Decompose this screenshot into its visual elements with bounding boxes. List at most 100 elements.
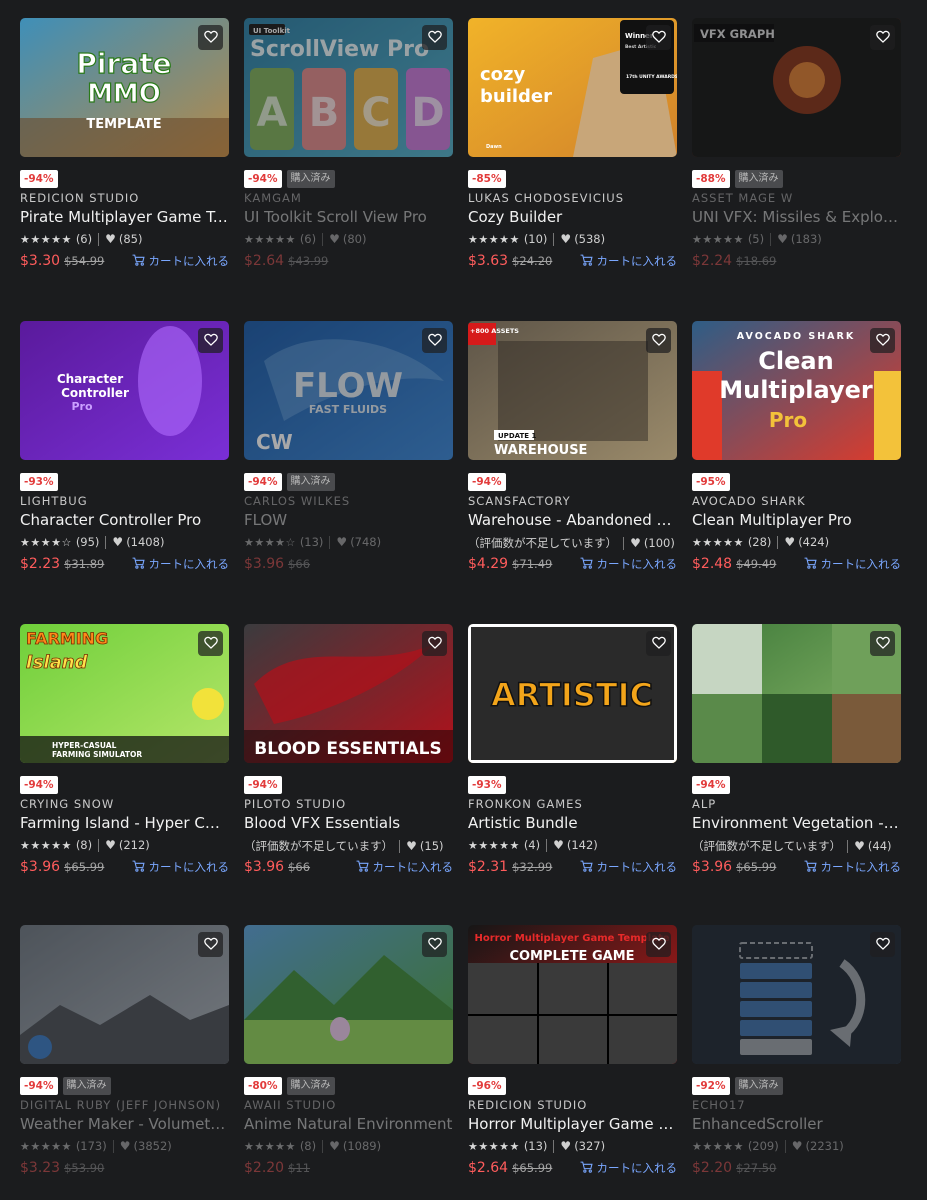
add-to-cart-button[interactable]: カートに入れる [132, 253, 229, 269]
product-card[interactable]: ARTISTIC -93% FRONKON GAMES Artistic Bundle… [468, 624, 677, 904]
product-card[interactable]: UI Toolkit ScrollView Pro A B C D -94% 購入済み KAMG… [244, 18, 453, 298]
publisher-name[interactable]: ASSET MAGE W [692, 191, 793, 205]
add-to-cart-label: カートに入れる [372, 860, 454, 874]
product-card[interactable]: Horror Multiplayer Game Template COMPLETE… [468, 925, 677, 1200]
product-title[interactable]: Artistic Bundle [468, 814, 677, 832]
publisher-name[interactable]: LIGHTBUG [20, 494, 88, 508]
favorite-button[interactable] [870, 932, 895, 957]
product-title[interactable]: UI Toolkit Scroll View Pro [244, 208, 453, 226]
review-count: (6) [75, 232, 93, 246]
add-to-cart-button[interactable]: カートに入れる [132, 859, 229, 875]
product-title[interactable]: Clean Multiplayer Pro [692, 511, 901, 529]
thumb-text: FLOW [293, 366, 403, 406]
cart-icon [132, 860, 145, 875]
original-price: $27.50 [736, 1161, 777, 1175]
favorite-button[interactable] [422, 25, 447, 50]
product-title[interactable]: Blood VFX Essentials [244, 814, 453, 832]
add-to-cart-button[interactable]: カートに入れる [804, 859, 901, 875]
product-card[interactable]: -92% 購入済み ECHO17 EnhancedScroller ★★★★★ (209)… [692, 925, 901, 1200]
product-title[interactable]: EnhancedScroller [692, 1115, 901, 1133]
favorite-button[interactable] [646, 25, 671, 50]
publisher-name[interactable]: ALP [692, 797, 716, 811]
add-to-cart-button[interactable]: カートに入れる [580, 1160, 677, 1176]
add-to-cart-button[interactable]: カートに入れる [804, 556, 901, 572]
product-card[interactable]: -80% 購入済み AWAII STUDIO Anime Natural Enviro… [244, 925, 453, 1200]
product-title[interactable]: Cozy Builder [468, 208, 677, 226]
favorite-button[interactable] [198, 932, 223, 957]
publisher-name[interactable]: SCANSFACTORY [468, 494, 571, 508]
favorite-button[interactable] [422, 932, 447, 957]
publisher-name[interactable]: AWAII STUDIO [244, 1098, 336, 1112]
product-card[interactable]: BLOOD ESSENTIALS -94% PILOTO STUDIO Blood V… [244, 624, 453, 904]
publisher-name[interactable]: CARLOS WILKES [244, 494, 350, 508]
sale-price: $3.96 [20, 859, 61, 875]
sale-price: $2.64 [468, 1160, 509, 1176]
product-card[interactable]: FARMING Island HYPER-CASUAL FARMING SIMULAT… [20, 624, 229, 904]
product-title[interactable]: Warehouse - Abandoned Factory [468, 511, 677, 529]
publisher-name[interactable]: AVOCADO SHARK [692, 494, 806, 508]
add-to-cart-button[interactable]: カートに入れる [580, 859, 677, 875]
product-card[interactable]: +800 ASSETS UPDATE 1 WAREHOUSE -94% SCANSFAC… [468, 321, 677, 601]
product-card[interactable]: AVOCADO SHARK Clean Multiplayer Pro -95% AVOC… [692, 321, 901, 601]
publisher-name[interactable]: KAMGAM [244, 191, 302, 205]
thumb-text: FARMING [26, 629, 108, 648]
publisher-name[interactable]: FRONKON GAMES [468, 797, 583, 811]
heart-icon [427, 935, 442, 954]
product-title[interactable]: Horror Multiplayer Game Template [468, 1115, 677, 1133]
product-card[interactable]: Winner Best Artistic 17th UNITY AWARDS cozy… [468, 18, 677, 298]
thumb-text: Multiplayer [719, 376, 873, 404]
publisher-name[interactable]: DIGITAL RUBY (JEFF JOHNSON) [20, 1098, 221, 1112]
favorite-button[interactable] [870, 25, 895, 50]
product-card[interactable]: FLOW FAST FLUIDS CW -94% 購入済み CARLOS WILKES FL… [244, 321, 453, 601]
favorite-button[interactable] [422, 631, 447, 656]
favorite-button[interactable] [422, 328, 447, 353]
favorite-button[interactable] [646, 328, 671, 353]
favorite-button[interactable] [870, 631, 895, 656]
favorite-button[interactable] [646, 631, 671, 656]
publisher-name[interactable]: ECHO17 [692, 1098, 746, 1112]
thumb-text: Pro [71, 400, 92, 413]
product-card[interactable]: -94% 購入済み DIGITAL RUBY (JEFF JOHNSON) Weath… [20, 925, 229, 1200]
add-to-cart-button[interactable]: カートに入れる [580, 253, 677, 269]
add-to-cart-button[interactable]: カートに入れる [580, 556, 677, 572]
product-title[interactable]: Weather Maker - Volumetric Clouds [20, 1115, 229, 1133]
sale-price: $3.30 [20, 253, 61, 269]
discount-badge: -88% [692, 170, 730, 188]
divider [105, 535, 107, 549]
price-row: $3.23 $53.90 [20, 1160, 229, 1176]
product-card[interactable]: VFX GRAPH -88% 購入済み ASSET MAGE W UNI VFX: Mi… [692, 18, 901, 298]
rating-row: （評価数が不足しています） ♥ (15) [244, 838, 444, 854]
publisher-name[interactable]: REDICION STUDIO [468, 1098, 587, 1112]
favorite-button[interactable] [198, 328, 223, 353]
product-title[interactable]: Character Controller Pro [20, 511, 229, 529]
favorite-button[interactable] [870, 328, 895, 353]
publisher-name[interactable]: CRYING SNOW [20, 797, 114, 811]
rating-row: ★★★★★ (10) ♥ (538) [468, 232, 605, 246]
product-card[interactable]: Pirate MMO TEMPLATE -94% REDICION STUDIO Pira… [20, 18, 229, 298]
product-title[interactable]: UNI VFX: Missiles & Explosions [692, 208, 901, 226]
badge-row: -94% 購入済み [244, 473, 335, 491]
product-title[interactable]: Environment Vegetation - Nature Pack [692, 814, 901, 832]
discount-badge: -94% [468, 473, 506, 491]
publisher-name[interactable]: LUKAS CHODOSEVICIUS [468, 191, 624, 205]
publisher-name[interactable]: REDICION STUDIO [20, 191, 139, 205]
product-title[interactable]: FLOW [244, 511, 453, 529]
add-to-cart-button[interactable]: カートに入れる [356, 859, 454, 875]
favorite-button[interactable] [198, 25, 223, 50]
review-count: (6) [299, 232, 317, 246]
thumb-text: MMO [87, 79, 161, 109]
publisher-name[interactable]: PILOTO STUDIO [244, 797, 346, 811]
price-row: $2.20 $27.50 [692, 1160, 901, 1176]
add-to-cart-button[interactable]: カートに入れる [132, 556, 229, 572]
price-row: $3.63 $24.20 カートに入れる [468, 253, 677, 269]
product-title[interactable]: Anime Natural Environment [244, 1115, 453, 1133]
favorite-button[interactable] [198, 631, 223, 656]
favorite-button[interactable] [646, 932, 671, 957]
product-title[interactable]: Farming Island - Hyper Casual [20, 814, 229, 832]
thumb-text: UI Toolkit [253, 27, 291, 35]
product-card[interactable]: -94% ALP Environment Vegetation - Nature P… [692, 624, 901, 904]
product-card[interactable]: Character Controller Pro -93% LIGHTBUG Charac… [20, 321, 229, 601]
original-price: $65.99 [64, 860, 105, 874]
divider [399, 839, 401, 853]
product-title[interactable]: Pirate Multiplayer Game Template [20, 208, 229, 226]
